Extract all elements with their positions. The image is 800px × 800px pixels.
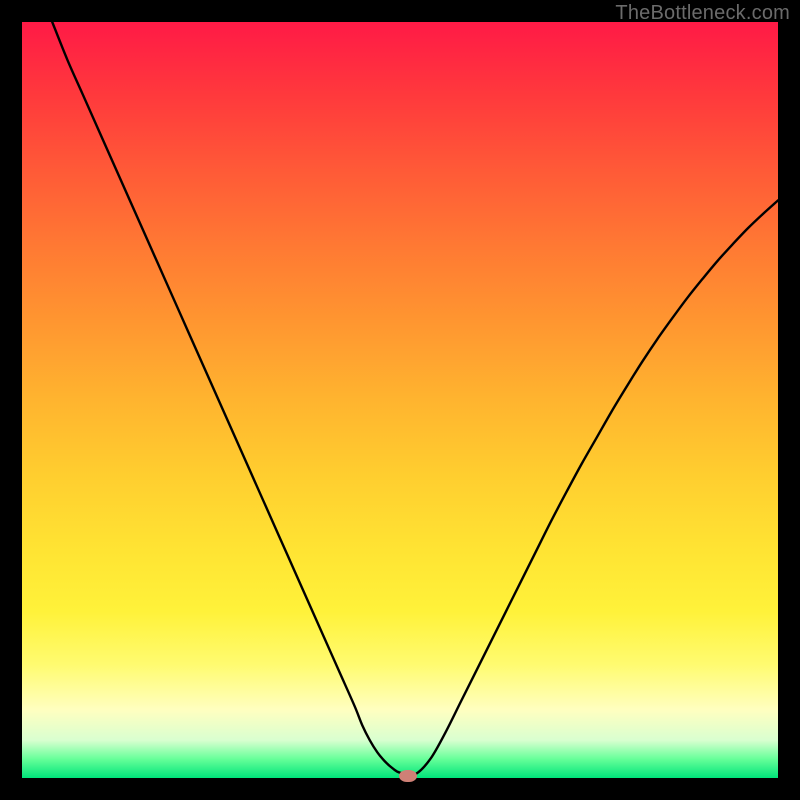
chart-plot-area bbox=[22, 22, 778, 778]
optimal-point-marker bbox=[399, 770, 417, 782]
watermark-text: TheBottleneck.com bbox=[615, 2, 790, 25]
chart-frame: TheBottleneck.com bbox=[0, 0, 800, 800]
